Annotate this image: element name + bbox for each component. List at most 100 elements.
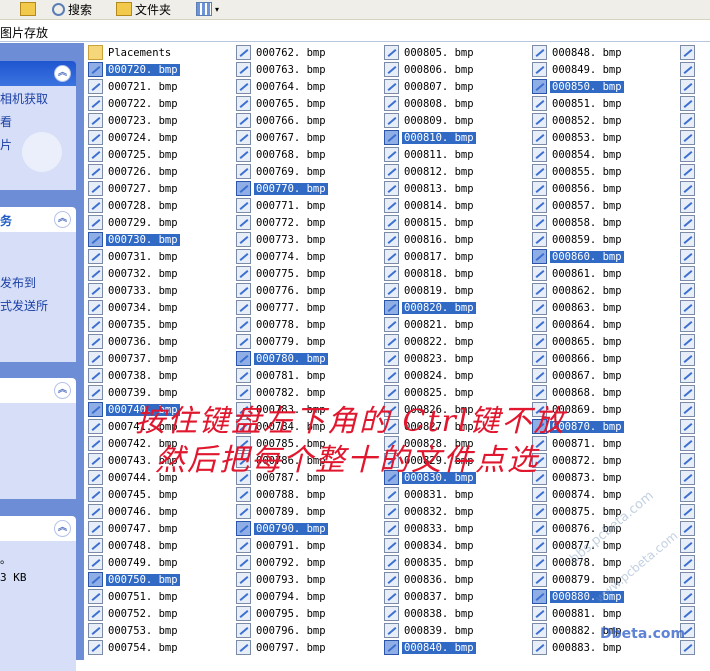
list-item[interactable]: 000817. bmp (384, 248, 476, 265)
list-item[interactable]: 000747. bmp (88, 520, 180, 537)
other-places-header[interactable]: ︽ (0, 378, 76, 403)
list-item[interactable]: 000738. bmp (88, 367, 180, 384)
list-item[interactable]: 000763. bmp (236, 61, 328, 78)
list-item[interactable]: 000856. bmp (532, 180, 624, 197)
file-list[interactable]: Placements 000720. bmp 000721. bmp 000722. … (84, 43, 710, 660)
list-item[interactable]: 000766. bmp (236, 112, 328, 129)
list-item[interactable] (680, 163, 698, 180)
list-item[interactable] (680, 61, 698, 78)
folders-button[interactable]: 文件夹 (116, 0, 171, 18)
list-item[interactable]: 000872. bmp (532, 452, 624, 469)
list-item[interactable]: 000734. bmp (88, 299, 180, 316)
list-item[interactable]: 000776. bmp (236, 282, 328, 299)
list-item[interactable] (680, 418, 698, 435)
list-item[interactable]: 000754. bmp (88, 639, 180, 656)
list-item[interactable] (680, 350, 698, 367)
list-item[interactable]: 000810. bmp (384, 129, 476, 146)
list-item[interactable] (680, 95, 698, 112)
list-item[interactable]: 000720. bmp (88, 61, 180, 78)
list-item[interactable]: 000823. bmp (384, 350, 476, 367)
list-item[interactable]: 000863. bmp (532, 299, 624, 316)
list-item[interactable]: 000792. bmp (236, 554, 328, 571)
list-item[interactable]: 000818. bmp (384, 265, 476, 282)
list-item[interactable]: 000858. bmp (532, 214, 624, 231)
list-item[interactable]: 000814. bmp (384, 197, 476, 214)
list-item[interactable]: 000861. bmp (532, 265, 624, 282)
search-button[interactable]: 搜索 (52, 0, 92, 18)
list-item[interactable]: 000774. bmp (236, 248, 328, 265)
list-item[interactable]: 000731. bmp (88, 248, 180, 265)
list-item[interactable] (680, 435, 698, 452)
list-item[interactable]: 000791. bmp (236, 537, 328, 554)
list-item[interactable]: 000745. bmp (88, 486, 180, 503)
list-item[interactable]: 000733. bmp (88, 282, 180, 299)
list-item[interactable]: 000772. bmp (236, 214, 328, 231)
list-item[interactable]: 000795. bmp (236, 605, 328, 622)
list-item[interactable]: 000794. bmp (236, 588, 328, 605)
list-item[interactable]: 000790. bmp (236, 520, 328, 537)
task-link-send[interactable]: 式发送所 (0, 293, 76, 316)
list-item[interactable] (680, 333, 698, 350)
list-item[interactable]: 000840. bmp (384, 639, 476, 656)
list-item[interactable]: 000732. bmp (88, 265, 180, 282)
address-bar[interactable]: 图片存放 (0, 21, 710, 42)
list-item[interactable]: 000728. bmp (88, 197, 180, 214)
list-item[interactable]: 000730. bmp (88, 231, 180, 248)
list-item[interactable]: 000793. bmp (236, 571, 328, 588)
list-item[interactable] (680, 231, 698, 248)
up-folder-button[interactable] (20, 0, 39, 18)
list-item[interactable] (680, 214, 698, 231)
list-item[interactable]: 000831. bmp (384, 486, 476, 503)
task-link-camera[interactable]: 相机获取 (0, 86, 76, 109)
list-item[interactable]: 000781. bmp (236, 367, 328, 384)
list-item[interactable]: 000822. bmp (384, 333, 476, 350)
list-item[interactable]: 000725. bmp (88, 146, 180, 163)
list-item[interactable] (680, 146, 698, 163)
list-item[interactable]: 000851. bmp (532, 95, 624, 112)
list-item[interactable]: 000768. bmp (236, 146, 328, 163)
list-item[interactable]: 000777. bmp (236, 299, 328, 316)
list-item[interactable]: 000859. bmp (532, 231, 624, 248)
list-item[interactable]: 000811. bmp (384, 146, 476, 163)
list-item[interactable]: 000862. bmp (532, 282, 624, 299)
list-item[interactable]: 000753. bmp (88, 622, 180, 639)
details-header[interactable]: ︽ (0, 516, 76, 541)
list-item[interactable] (680, 401, 698, 418)
list-item[interactable] (680, 248, 698, 265)
list-item[interactable]: 000806. bmp (384, 61, 476, 78)
list-item[interactable]: 000824. bmp (384, 367, 476, 384)
list-item[interactable] (680, 299, 698, 316)
list-item[interactable]: 000865. bmp (532, 333, 624, 350)
list-item[interactable]: 000874. bmp (532, 486, 624, 503)
list-item[interactable]: 000838. bmp (384, 605, 476, 622)
list-item[interactable]: 000727. bmp (88, 180, 180, 197)
list-item[interactable] (680, 520, 698, 537)
list-item[interactable]: 000721. bmp (88, 78, 180, 95)
list-item[interactable]: 000751. bmp (88, 588, 180, 605)
list-item[interactable]: 000809. bmp (384, 112, 476, 129)
list-item[interactable]: 000850. bmp (532, 78, 624, 95)
list-item[interactable]: 000749. bmp (88, 554, 180, 571)
list-item[interactable]: 000837. bmp (384, 588, 476, 605)
list-item[interactable] (680, 316, 698, 333)
list-item[interactable]: 000765. bmp (236, 95, 328, 112)
list-item[interactable] (680, 367, 698, 384)
list-item[interactable]: 000812. bmp (384, 163, 476, 180)
list-item[interactable] (680, 571, 698, 588)
list-item[interactable]: 000855. bmp (532, 163, 624, 180)
list-item[interactable]: 000867. bmp (532, 367, 624, 384)
task-link-view[interactable]: 看 (0, 109, 76, 132)
list-item[interactable]: 000769. bmp (236, 163, 328, 180)
list-item[interactable]: 000835. bmp (384, 554, 476, 571)
list-item[interactable]: 000767. bmp (236, 129, 328, 146)
list-item[interactable]: 000864. bmp (532, 316, 624, 333)
list-item[interactable]: 000796. bmp (236, 622, 328, 639)
list-item[interactable]: 000815. bmp (384, 214, 476, 231)
list-item[interactable] (680, 503, 698, 520)
list-item[interactable]: 000854. bmp (532, 146, 624, 163)
list-item[interactable]: 000834. bmp (384, 537, 476, 554)
list-item[interactable]: 000821. bmp (384, 316, 476, 333)
list-item[interactable]: 000881. bmp (532, 605, 624, 622)
list-item[interactable] (680, 282, 698, 299)
list-item[interactable]: 000778. bmp (236, 316, 328, 333)
